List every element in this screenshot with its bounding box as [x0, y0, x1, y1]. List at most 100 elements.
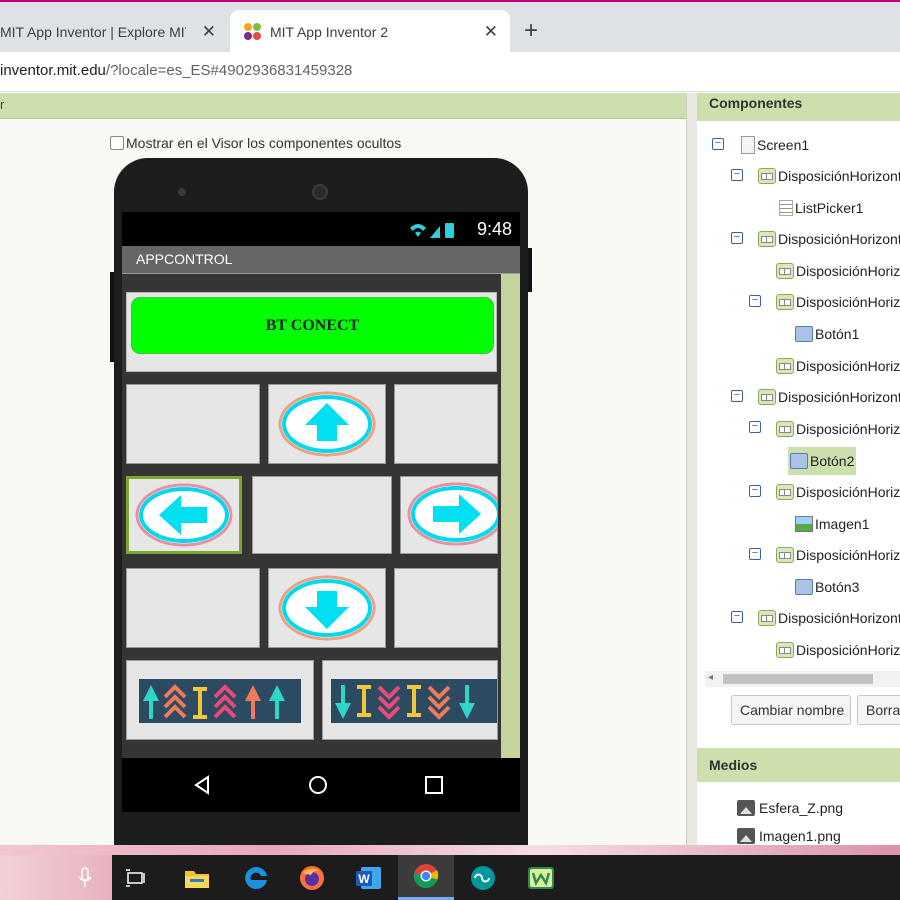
svg-text:W: W	[358, 872, 370, 886]
horizontal-arrangement-icon	[776, 547, 794, 563]
tree-item[interactable]: DisposiciónHorizontal	[758, 386, 900, 408]
close-icon[interactable]: ✕	[202, 22, 216, 42]
rename-button[interactable]: Cambiar nombre	[731, 695, 851, 725]
app-title-bar: APPCONTROL	[122, 246, 520, 274]
tree-item[interactable]: DisposiciónHorizontal	[758, 607, 900, 629]
horizontal-arrangement-icon	[758, 610, 776, 626]
collapse-icon[interactable]: −	[731, 169, 743, 181]
horizontal-arrangement-icon	[776, 642, 794, 658]
show-hidden-checkbox[interactable]	[110, 136, 124, 150]
home-icon[interactable]	[308, 775, 328, 795]
new-tab-icon[interactable]: +	[524, 18, 538, 44]
signal-wifi-battery-icon	[410, 223, 454, 238]
address-bar[interactable]: inventor.mit.edu/?locale=es_ES#490293683…	[0, 52, 900, 92]
arrow-right-icon	[407, 482, 497, 546]
collapse-icon[interactable]: −	[712, 138, 724, 150]
tree-item-label: DisposiciónHorizontal	[778, 610, 900, 626]
collapse-icon[interactable]: −	[749, 421, 761, 433]
tree-item[interactable]: DisposiciónHorizontal	[776, 260, 900, 282]
image-icon	[795, 516, 813, 532]
tree-item[interactable]: Botón1	[795, 323, 859, 345]
tree-item-label: DisposiciónHorizontal	[796, 294, 900, 310]
android-nav-bar	[122, 758, 520, 812]
app-scrollbar[interactable]	[501, 274, 520, 758]
show-hidden-toggle[interactable]: Mostrar en el Visor los componentes ocul…	[110, 135, 401, 151]
volume-button	[110, 272, 114, 362]
tree-item[interactable]: ListPicker1	[779, 197, 863, 219]
tree-item[interactable]: Botón3	[795, 576, 859, 598]
background-photo	[0, 845, 900, 855]
tree-item[interactable]: DisposiciónHorizontal	[776, 418, 900, 440]
firefox-icon[interactable]	[284, 855, 340, 900]
media-item[interactable]: Esfera_Z.png	[737, 797, 843, 819]
tree-item[interactable]: Screen1	[741, 134, 809, 156]
tab-app-inventor[interactable]: MIT App Inventor 2 ✕	[230, 10, 510, 54]
collapse-icon[interactable]: −	[749, 485, 761, 497]
back-icon[interactable]	[192, 775, 212, 795]
scrollbar-thumb[interactable]	[723, 674, 873, 684]
collapse-icon[interactable]: −	[749, 548, 761, 560]
app-title: APPCONTROL	[136, 251, 233, 267]
arrows-up-image[interactable]	[126, 660, 314, 740]
tree-item[interactable]: DisposiciónHorizontal	[776, 291, 900, 313]
scroll-left-icon[interactable]: ◂	[708, 672, 713, 683]
word-icon[interactable]: W	[341, 855, 397, 900]
collapse-icon[interactable]: −	[731, 232, 743, 244]
tab-explore[interactable]: MIT App Inventor | Explore MIT A ✕	[0, 10, 228, 54]
tree-item-label: DisposiciónHorizontal	[796, 358, 900, 374]
horizontal-arrangement-icon	[776, 263, 794, 279]
tree-item-label: DisposiciónHorizontal	[778, 231, 900, 247]
arduino-icon[interactable]	[455, 855, 511, 900]
tree-item-label: DisposiciónHorizontal	[778, 389, 900, 405]
left-button[interactable]	[126, 476, 242, 554]
horizontal-arrangement-icon	[776, 294, 794, 310]
tree-item[interactable]: DisposiciónHorizontal	[776, 355, 900, 377]
down-button[interactable]	[268, 568, 386, 648]
tree-item[interactable]: Imagen1	[795, 513, 869, 535]
file-explorer-icon[interactable]	[169, 855, 225, 900]
viewer-header: r	[0, 93, 686, 119]
chrome-icon[interactable]	[398, 855, 454, 900]
arrows-pattern-icon	[331, 679, 497, 723]
microphone-icon[interactable]	[57, 855, 113, 900]
horizontal-arrangement-icon	[758, 231, 776, 247]
tree-item-label: Botón1	[815, 326, 860, 342]
collapse-icon[interactable]: −	[731, 390, 743, 402]
media-panel: Medios Esfera_Z.png Imagen1.png	[697, 748, 900, 845]
button-icon	[790, 453, 808, 469]
tree-horizontal-scrollbar[interactable]: ◂	[705, 671, 900, 687]
tree-item-selected[interactable]: Botón2	[788, 447, 857, 475]
tree-item[interactable]: DisposiciónHorizontal	[758, 228, 900, 250]
phone-screen: 9:48 APPCONTROL BT CONECT	[122, 212, 520, 812]
arrows-pattern-icon	[139, 679, 301, 723]
screen-icon	[741, 136, 755, 154]
panel-splitter[interactable]	[686, 93, 697, 845]
tree-item-label: Screen1	[757, 137, 810, 153]
collapse-icon[interactable]: −	[749, 295, 761, 307]
arrow-down-icon	[278, 575, 376, 641]
media-item-label: Imagen1.png	[759, 828, 841, 844]
delete-button[interactable]: Borrar	[857, 695, 900, 725]
image-file-icon	[737, 800, 755, 816]
arrow-left-icon	[135, 483, 233, 547]
tree-item[interactable]: DisposiciónHorizontal	[776, 481, 900, 503]
url-text[interactable]: inventor.mit.edu/?locale=es_ES#490293683…	[0, 62, 352, 79]
up-button[interactable]	[268, 384, 386, 464]
tree-item[interactable]: DisposiciónHorizontal	[758, 165, 900, 187]
tree-item-label: DisposiciónHorizontal	[796, 642, 900, 658]
bt-connect-button[interactable]: BT CONECT	[131, 297, 494, 354]
close-icon[interactable]: ✕	[484, 22, 498, 42]
task-view-icon[interactable]	[108, 855, 164, 900]
windows-taskbar: W	[78, 855, 900, 900]
tree-item[interactable]: DisposiciónHorizontal	[776, 544, 900, 566]
arrows-down-image[interactable]	[322, 660, 498, 740]
right-button[interactable]	[400, 476, 498, 554]
app-icon[interactable]	[513, 855, 569, 900]
media-item[interactable]: Imagen1.png	[737, 828, 841, 845]
recents-icon[interactable]	[424, 775, 444, 795]
tab-title: MIT App Inventor 2	[270, 24, 389, 40]
collapse-icon[interactable]: −	[731, 611, 743, 623]
edge-icon[interactable]	[228, 855, 284, 900]
connect-row: BT CONECT	[126, 292, 497, 372]
tree-item[interactable]: DisposiciónHorizontal	[776, 639, 900, 661]
